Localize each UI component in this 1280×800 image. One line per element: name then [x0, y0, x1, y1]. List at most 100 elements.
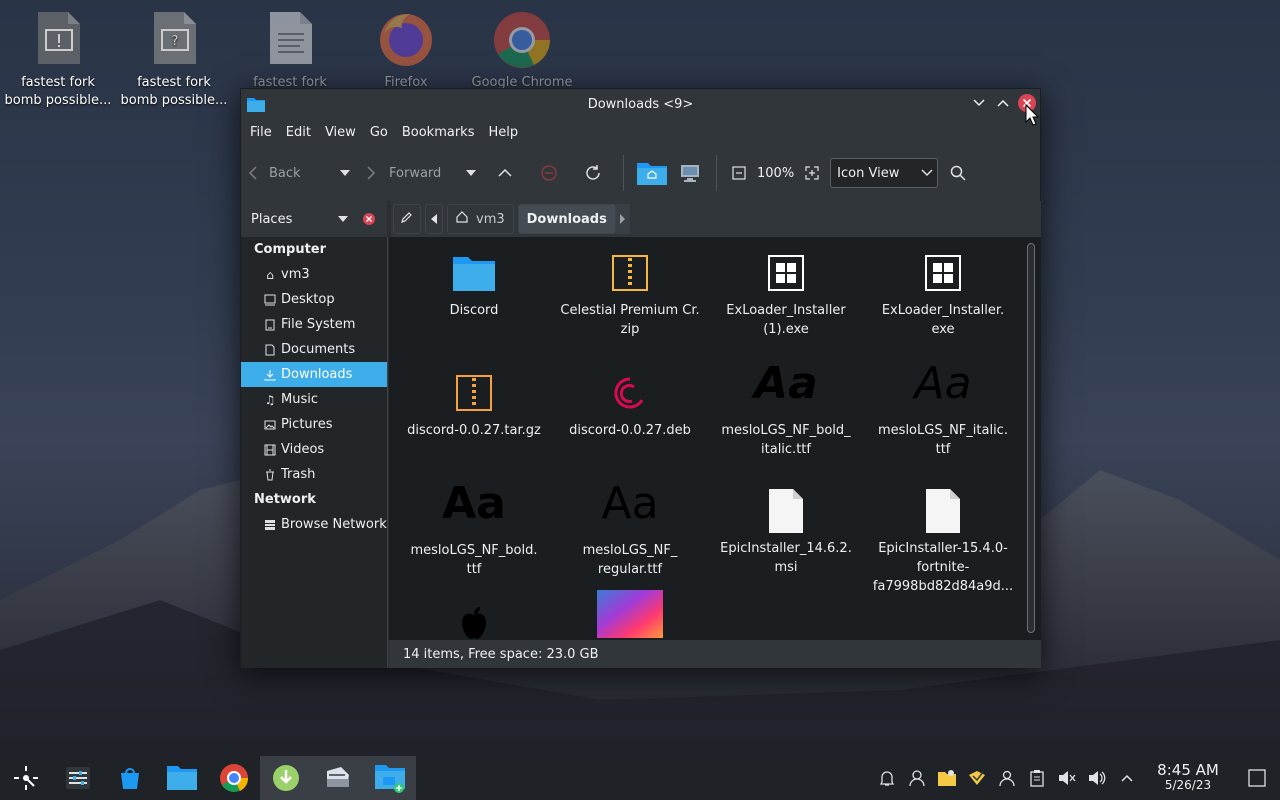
network-button[interactable]	[672, 158, 708, 188]
update-notifier-icon[interactable]	[962, 769, 992, 787]
title-bar[interactable]: Downloads <9>	[241, 89, 1040, 119]
menu-go[interactable]: Go	[363, 125, 395, 140]
file-item[interactable]: discord-0.0.27.deb	[555, 369, 705, 440]
location-bar: vm3 Downloads	[391, 201, 1041, 237]
taskbar-discover-app[interactable]	[104, 756, 156, 800]
back-history-dropdown[interactable]	[329, 158, 361, 188]
menu-edit[interactable]: Edit	[279, 125, 318, 140]
breadcrumb-vm3[interactable]: vm3	[447, 204, 514, 234]
stop-button[interactable]	[527, 158, 571, 188]
home-folder-icon	[637, 161, 667, 185]
app-launcher-button[interactable]	[0, 756, 52, 800]
forward-history-dropdown[interactable]	[459, 158, 483, 188]
scrollbar-thumb[interactable]	[1027, 243, 1035, 633]
file-item[interactable]: Aa mesloLGS_NF_bold. ttf	[399, 469, 549, 579]
forward-button[interactable]: Forward	[361, 158, 459, 188]
sidebar-item-music[interactable]: ♫ Music	[241, 387, 387, 412]
up-button[interactable]	[483, 158, 527, 188]
breadcrumb-left-arrow[interactable]	[425, 204, 443, 234]
clock[interactable]: 8:45 AM 5/26/23	[1148, 763, 1228, 793]
sidebar-item-vm3[interactable]: ⌂ vm3	[241, 262, 387, 287]
sidebar-item-videos[interactable]: Videos	[241, 437, 387, 462]
taskbar-downloader-app[interactable]	[260, 756, 312, 800]
file-item[interactable]: EpicInstaller-15.4.0- fortnite- fa7998bd…	[868, 487, 1018, 596]
file-item[interactable]: Discord	[399, 249, 549, 320]
file-item[interactable]: Celestial Premium Cr. zip	[555, 249, 705, 339]
back-button[interactable]: Back	[249, 158, 329, 188]
svg-text:?: ?	[172, 34, 179, 49]
places-label: Places	[251, 211, 293, 227]
maximize-button[interactable]	[994, 94, 1012, 112]
sidebar-item-browse-network[interactable]: Browse Network	[241, 512, 387, 537]
sidebar-item-desktop[interactable]: Desktop	[241, 287, 387, 312]
pencil-icon	[401, 211, 413, 227]
menu-file[interactable]: File	[243, 125, 279, 140]
desktop-icon-chrome[interactable]: Google Chrome	[464, 0, 580, 92]
reload-icon	[584, 164, 602, 182]
taskbar-scanner-app[interactable]	[312, 756, 364, 800]
users-icon[interactable]	[992, 769, 1022, 787]
places-menu-button[interactable]	[329, 216, 357, 222]
file-item[interactable]	[555, 590, 705, 640]
sidebar-heading-computer: Computer	[254, 242, 327, 257]
zoom-out-button[interactable]	[725, 158, 753, 188]
file-name: EpicInstaller_14.6.2. msi	[720, 541, 852, 575]
folder-icon	[167, 766, 197, 790]
file-item[interactable]: discord-0.0.27.tar.gz	[399, 369, 549, 440]
sidebar-item-trash[interactable]: Trash	[241, 462, 387, 487]
window-title: Downloads <9>	[587, 96, 694, 112]
breadcrumb-right-arrow[interactable]	[615, 204, 630, 234]
toolbar-separator	[716, 155, 717, 191]
places-panel-header: Places	[241, 201, 387, 237]
desktop-icon-label: fastest fork bomb possible...	[4, 75, 112, 108]
desktop-icon-firefox[interactable]: Firefox	[348, 0, 464, 92]
file-item[interactable]	[399, 599, 549, 640]
sidebar-item-documents[interactable]: Documents	[241, 337, 387, 362]
sidebar-item-downloads[interactable]: Downloads	[241, 362, 387, 387]
home-button[interactable]	[632, 158, 672, 188]
menu-help[interactable]: Help	[481, 125, 525, 140]
menu-bookmarks[interactable]: Bookmarks	[395, 125, 482, 140]
zoom-in-icon	[805, 166, 819, 180]
sidebar-item-file-system[interactable]: File System	[241, 312, 387, 337]
file-item[interactable]: ExLoader_Installer (1).exe	[711, 249, 861, 339]
taskbar-chrome-app[interactable]	[208, 756, 260, 800]
edit-location-button[interactable]	[393, 204, 421, 234]
file-item[interactable]: Aa mesloLGS_NF_bold_ italic.ttf	[711, 349, 861, 459]
taskbar-dolphin-app[interactable]	[156, 756, 208, 800]
tray-expand-icon[interactable]	[1112, 774, 1142, 782]
chevron-up-icon	[498, 169, 512, 177]
volume-icon[interactable]	[1082, 770, 1112, 786]
reload-button[interactable]	[571, 158, 615, 188]
user-icon[interactable]	[902, 769, 932, 787]
file-item[interactable]: Aa mesloLGS_NF_ regular.ttf	[555, 469, 705, 579]
desktop-icon-2[interactable]: ? fastest fork bomb possible...	[116, 0, 232, 110]
taskbar-new-folder-app[interactable]	[364, 756, 416, 800]
home-icon	[456, 211, 468, 227]
minimize-button[interactable]	[970, 94, 988, 112]
drive-icon	[263, 318, 277, 332]
muted-speaker-icon[interactable]	[1052, 770, 1082, 786]
clipboard-icon[interactable]	[1022, 769, 1052, 787]
close-panel-icon[interactable]	[357, 212, 381, 226]
vertical-scrollbar[interactable]	[1021, 237, 1041, 640]
file-item[interactable]: Aa mesloLGS_NF_italic. ttf	[868, 349, 1018, 459]
taskbar-settings-app[interactable]	[52, 756, 104, 800]
chevron-right-icon	[367, 166, 375, 180]
view-mode-select[interactable]: Icon View	[830, 158, 939, 188]
pictures-icon	[263, 418, 277, 432]
notification-bell-icon[interactable]	[872, 769, 902, 787]
zoom-in-button[interactable]	[798, 158, 826, 188]
desktop-icon-1[interactable]: fastest fork bomb possible...	[0, 0, 116, 110]
menu-view[interactable]: View	[318, 125, 363, 140]
file-item[interactable]: EpicInstaller_14.6.2. msi	[711, 487, 861, 577]
breadcrumb-downloads[interactable]: Downloads	[517, 204, 616, 234]
sidebar-item-pictures[interactable]: Pictures	[241, 412, 387, 437]
desktop-icon-3[interactable]: fastest fork	[232, 0, 348, 92]
folder-sync-icon[interactable]	[932, 769, 962, 787]
show-desktop-icon[interactable]	[1242, 769, 1272, 787]
file-item[interactable]: ExLoader_Installer. exe	[868, 249, 1018, 339]
zoom-level[interactable]: 100%	[753, 158, 798, 188]
launcher-icon	[14, 766, 38, 790]
search-button[interactable]	[938, 158, 978, 188]
